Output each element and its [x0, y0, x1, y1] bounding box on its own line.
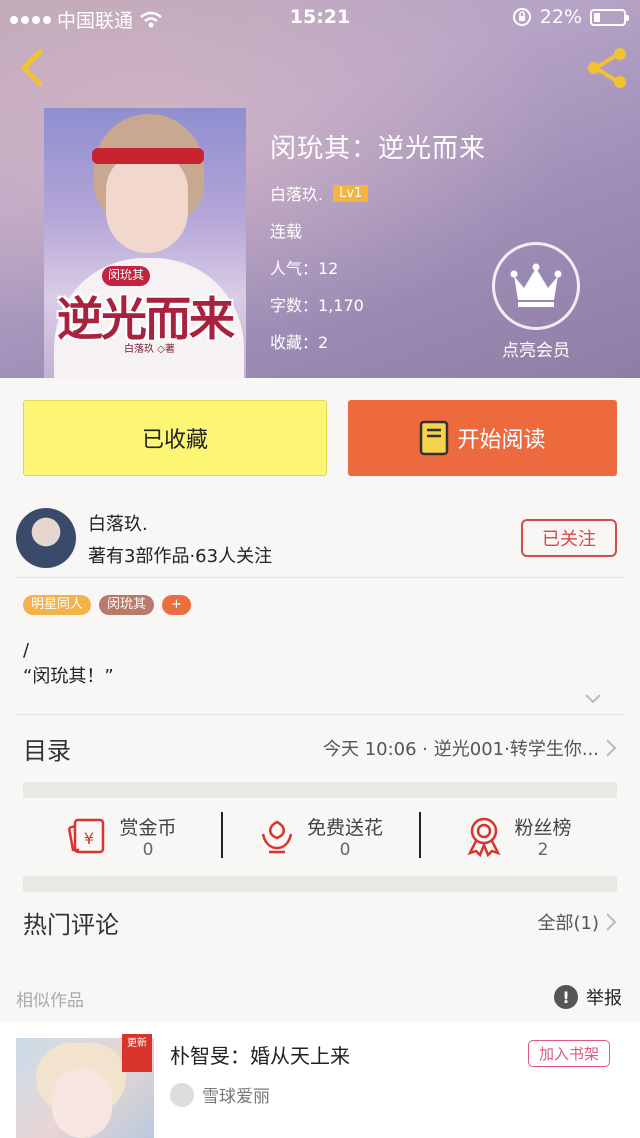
crown-icon — [510, 263, 562, 307]
hot-comments-label: 热门评论 — [23, 910, 119, 939]
favorite-count: 收藏：2 — [270, 333, 329, 352]
word-count: 字数：1,170 — [270, 296, 364, 315]
svg-text:¥: ¥ — [84, 829, 94, 848]
share-button[interactable] — [584, 46, 630, 90]
catalog-row[interactable]: 目录 今天 10:06 · 逆光001·转学生你... — [23, 716, 617, 780]
book-status: 连载 — [270, 222, 303, 241]
book-author[interactable]: 白落玖. — [270, 181, 323, 205]
battery-icon — [590, 8, 629, 26]
tag-chip[interactable]: 明星同人 — [23, 595, 92, 615]
latest-chapter: 今天 10:06 · 逆光001·转学生你... — [322, 739, 599, 760]
divider — [16, 714, 624, 715]
popularity: 人气：12 — [270, 259, 339, 278]
author-name: 白落玖. — [88, 514, 148, 535]
catalog-label: 目录 — [23, 736, 71, 765]
rotation-lock-icon — [512, 8, 531, 26]
fan-ranking-button[interactable]: 粉丝榜 2 — [419, 800, 617, 872]
reward-coin-icon: ¥ — [68, 818, 105, 854]
share-icon — [588, 48, 626, 88]
chevron-right-icon — [606, 739, 617, 757]
add-to-shelf-button[interactable]: 加入书架 — [527, 1040, 610, 1067]
follow-button[interactable]: 已关注 — [521, 519, 617, 557]
alert-icon: ! — [554, 985, 578, 1009]
medal-icon — [468, 817, 501, 857]
divider — [16, 577, 624, 578]
level-badge: Lv1 — [333, 184, 369, 202]
cover-author: 白落玖 ◇著 — [124, 344, 175, 355]
chevron-down-icon — [585, 694, 601, 704]
reward-coins-button[interactable]: ¥ 赏金币 0 — [23, 800, 221, 872]
expand-description-button[interactable] — [584, 690, 602, 709]
tag-chip[interactable]: 闵玧其 — [99, 595, 155, 615]
section-separator — [23, 782, 617, 798]
add-tag-button[interactable]: + — [162, 595, 191, 615]
send-flowers-button[interactable]: 免费送花 0 — [221, 800, 419, 872]
vip-label[interactable]: 点亮会员 — [486, 336, 586, 361]
similar-works-label: 相似作品 — [16, 991, 84, 1011]
similar-book-card[interactable]: 更新 朴智旻：婚从天上来 雪球爱丽 加入书架 — [0, 1022, 640, 1138]
avatar — [170, 1082, 194, 1107]
chevron-left-icon — [21, 49, 43, 87]
book-description: / “闵玧其！” — [23, 640, 114, 687]
author-card[interactable]: 白落玖. 著有3部作品·63人关注 已关注 — [0, 500, 640, 576]
status-bar: 中国联通 15:21 22% — [0, 0, 640, 34]
book-icon — [420, 420, 449, 456]
back-button[interactable] — [14, 48, 54, 88]
book-title: 闵玧其：逆光而来 — [270, 134, 487, 164]
vip-button[interactable] — [492, 242, 580, 330]
avatar[interactable] — [16, 508, 76, 568]
flower-icon — [261, 820, 293, 854]
chevron-right-icon — [606, 913, 617, 931]
book-info: 闵玧其：逆光而来 白落玖. Lv1 连载 人气：12 字数：1,170 收藏：2 — [270, 128, 486, 353]
similar-book-title[interactable]: 朴智旻：婚从天上来 — [170, 1040, 350, 1069]
stats-row: ¥ 赏金币 0 免费送花 0 粉丝榜 2 — [23, 800, 617, 872]
hot-comments-row[interactable]: 热门评论 全部(1) — [23, 890, 617, 954]
book-cover: 闵玧其 逆光而来 白落玖 ◇著 — [44, 108, 246, 378]
similar-book-author: 雪球爱丽 — [202, 1087, 270, 1107]
update-badge: 更新 — [122, 1034, 152, 1072]
report-label: 举报 — [586, 988, 622, 1009]
all-comments-link[interactable]: 全部(1) — [538, 909, 600, 935]
battery-percent: 22% — [539, 6, 582, 28]
tag-list: 明星同人 闵玧其 + — [23, 595, 191, 615]
favorited-button[interactable]: 已收藏 — [23, 400, 327, 476]
start-reading-label: 开始阅读 — [457, 428, 546, 453]
author-stats: 著有3部作品·63人关注 — [88, 546, 273, 567]
start-reading-button[interactable]: 开始阅读 — [348, 400, 617, 476]
report-button[interactable]: ! 举报 — [554, 984, 622, 1010]
